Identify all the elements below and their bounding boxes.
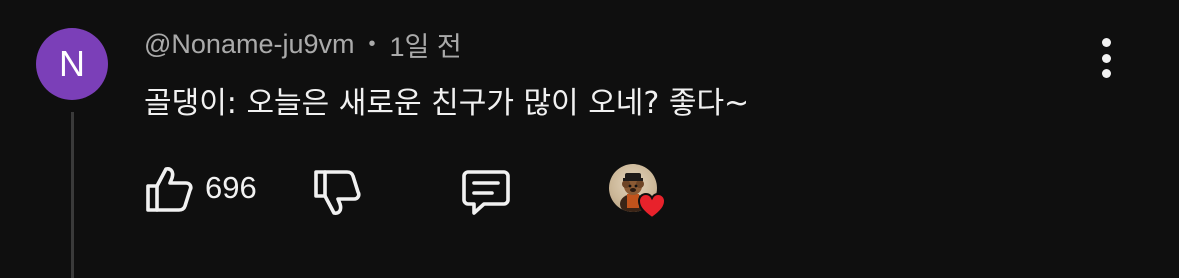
like-button[interactable] <box>144 164 194 214</box>
meta-separator: • <box>368 32 376 55</box>
comment-timestamp[interactable]: 1일 전 <box>390 25 462 64</box>
comment-icon <box>462 170 510 215</box>
more-options-button[interactable] <box>1090 38 1122 78</box>
more-dot <box>1101 53 1111 63</box>
more-vertical-icon <box>1101 38 1111 47</box>
author-name[interactable]: @Noname-ju9vm <box>144 29 354 60</box>
dislike-button[interactable] <box>312 168 362 218</box>
more-dot <box>1101 69 1111 78</box>
comment-meta: @Noname-ju9vm • 1일 전 <box>144 26 462 62</box>
avatar-initial: N <box>59 43 85 84</box>
reply-button[interactable] <box>460 166 512 218</box>
creator-heart-badge <box>609 164 671 226</box>
thumbs-down-icon <box>314 170 361 215</box>
thread-line <box>71 112 74 278</box>
like-count: 696 <box>205 170 257 205</box>
heart-icon <box>637 192 667 220</box>
thumbs-up-icon <box>146 167 193 212</box>
comment-text: 골댕이: 오늘은 새로운 친구가 많이 오네? 좋다~ <box>144 86 750 121</box>
author-avatar[interactable]: N <box>36 28 108 100</box>
